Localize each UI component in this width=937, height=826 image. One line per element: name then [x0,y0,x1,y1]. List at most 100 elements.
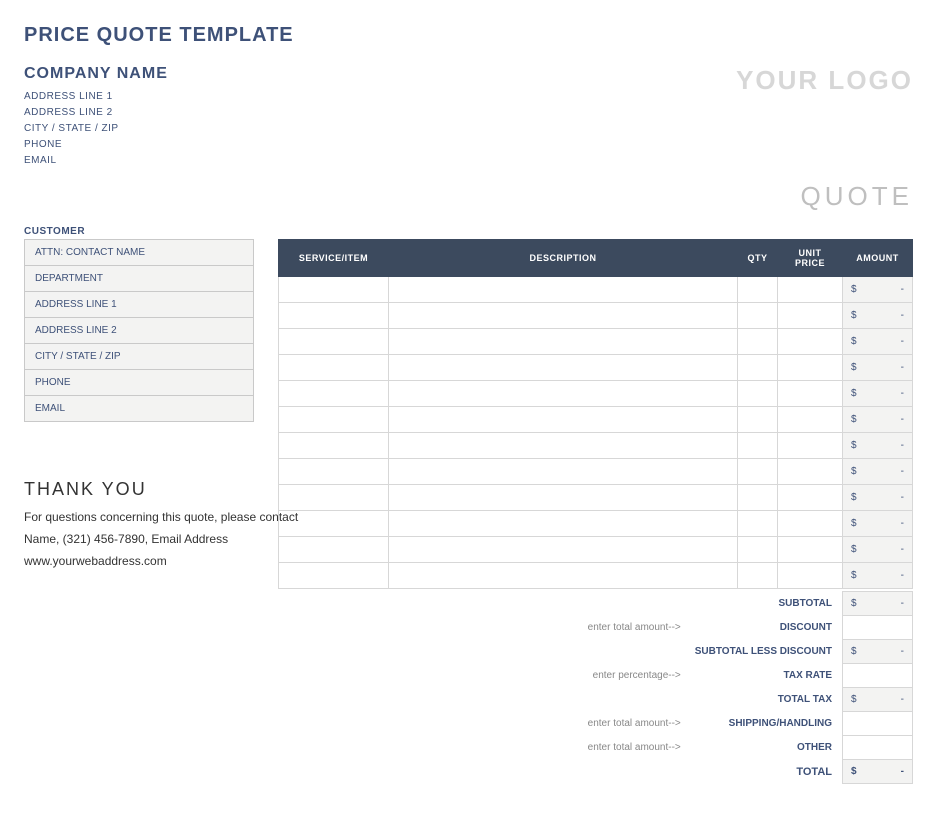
item-qty[interactable] [738,485,778,511]
item-amount: $- [843,563,913,589]
company-name: COMPANY NAME [24,65,168,83]
thank-line2: Name, (321) 456-7890, Email Address [24,532,404,546]
discount-value[interactable] [843,616,913,640]
item-service[interactable] [279,277,389,303]
item-service[interactable] [279,433,389,459]
header-service: SERVICE/ITEM [279,240,389,277]
item-row: $- [279,329,913,355]
customer-city-state-zip[interactable]: CITY / STATE / ZIP [25,344,254,370]
customer-table: ATTN: CONTACT NAME DEPARTMENT ADDRESS LI… [24,239,254,422]
company-city-state-zip: CITY / STATE / ZIP [24,123,168,134]
item-amount: $- [843,433,913,459]
item-amount: $- [843,485,913,511]
discount-label: DISCOUNT [687,616,843,640]
taxrate-hint: enter percentage--> [580,664,687,688]
item-amount: $- [843,303,913,329]
item-unit-price[interactable] [778,563,843,589]
item-amount: $- [843,511,913,537]
item-unit-price[interactable] [778,329,843,355]
item-amount: $- [843,407,913,433]
item-service[interactable] [279,329,389,355]
item-service[interactable] [279,381,389,407]
item-description[interactable] [389,537,738,563]
header-qty: QTY [738,240,778,277]
shipping-hint: enter total amount--> [580,712,687,736]
company-block: COMPANY NAME ADDRESS LINE 1 ADDRESS LINE… [24,65,168,171]
other-value[interactable] [843,736,913,760]
item-row: $- [279,355,913,381]
totals-hint-empty3 [580,688,687,712]
item-amount: $- [843,355,913,381]
item-unit-price[interactable] [778,459,843,485]
totals-hint-empty2 [580,640,687,664]
bottom-area: THANK YOU For questions concerning this … [24,589,913,784]
item-qty[interactable] [738,277,778,303]
customer-email[interactable]: EMAIL [25,396,254,422]
item-description[interactable] [389,433,738,459]
item-unit-price[interactable] [778,433,843,459]
item-qty[interactable] [738,563,778,589]
item-description[interactable] [389,355,738,381]
shipping-value[interactable] [843,712,913,736]
item-row: $- [279,433,913,459]
taxrate-label: TAX RATE [687,664,843,688]
customer-address1[interactable]: ADDRESS LINE 1 [25,292,254,318]
subtotal-less-value: $- [843,640,913,664]
item-amount: $- [843,537,913,563]
item-description[interactable] [389,563,738,589]
header-description: DESCRIPTION [389,240,738,277]
item-description[interactable] [389,407,738,433]
item-service[interactable] [279,303,389,329]
item-qty[interactable] [738,303,778,329]
item-description[interactable] [389,511,738,537]
item-unit-price[interactable] [778,407,843,433]
item-service[interactable] [279,407,389,433]
item-unit-price[interactable] [778,381,843,407]
item-qty[interactable] [738,355,778,381]
item-unit-price[interactable] [778,303,843,329]
totals-hint-empty [580,592,687,616]
item-description[interactable] [389,381,738,407]
item-description[interactable] [389,329,738,355]
totals-table: SUBTOTAL $- enter total amount--> DISCOU… [580,591,913,784]
item-description[interactable] [389,303,738,329]
discount-hint: enter total amount--> [580,616,687,640]
item-service[interactable] [279,355,389,381]
customer-phone[interactable]: PHONE [25,370,254,396]
item-qty[interactable] [738,407,778,433]
item-row: $- [279,407,913,433]
items-header-row: SERVICE/ITEM DESCRIPTION QTY UNIT PRICE … [279,240,913,277]
item-qty[interactable] [738,433,778,459]
totaltax-value: $- [843,688,913,712]
item-unit-price[interactable] [778,277,843,303]
item-description[interactable] [389,485,738,511]
header-amount: AMOUNT [843,240,913,277]
item-qty[interactable] [738,459,778,485]
subtotal-label: SUBTOTAL [687,592,843,616]
item-unit-price[interactable] [778,537,843,563]
item-amount: $- [843,329,913,355]
customer-heading: CUSTOMER [24,226,913,237]
totals-hint-empty4 [580,760,687,784]
item-unit-price[interactable] [778,355,843,381]
item-description[interactable] [389,277,738,303]
thank-website: www.yourwebaddress.com [24,554,404,568]
item-unit-price[interactable] [778,485,843,511]
customer-contact[interactable]: ATTN: CONTACT NAME [25,240,254,266]
item-qty[interactable] [738,329,778,355]
item-qty[interactable] [738,381,778,407]
item-unit-price[interactable] [778,511,843,537]
thank-title: THANK YOU [24,479,404,500]
company-phone: PHONE [24,139,168,150]
item-amount: $- [843,277,913,303]
customer-address2[interactable]: ADDRESS LINE 2 [25,318,254,344]
quote-label: QUOTE [24,181,913,212]
item-qty[interactable] [738,537,778,563]
subtotal-value: $- [843,592,913,616]
taxrate-value[interactable] [843,664,913,688]
customer-department[interactable]: DEPARTMENT [25,266,254,292]
item-qty[interactable] [738,511,778,537]
header-row: COMPANY NAME ADDRESS LINE 1 ADDRESS LINE… [24,65,913,171]
item-description[interactable] [389,459,738,485]
company-address1: ADDRESS LINE 1 [24,91,168,102]
